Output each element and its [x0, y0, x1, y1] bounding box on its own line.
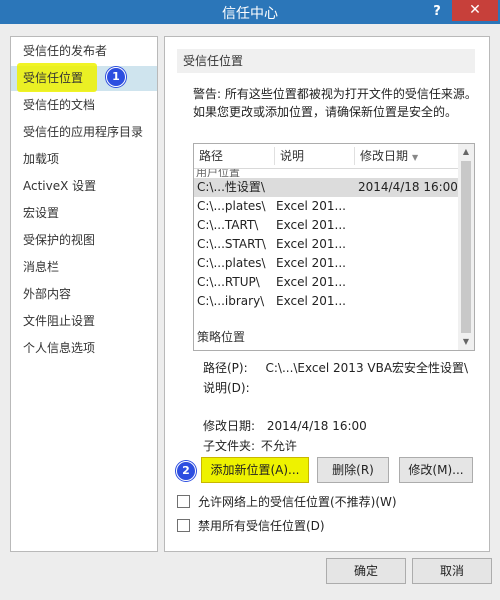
- sidebar-item-label: 文件阻止设置: [23, 314, 96, 328]
- row-description: Excel 201...: [276, 199, 346, 213]
- sidebar-nav: 受信任的发布者 受信任位置 受信任的文档 受信任的应用程序目录 加载项 Acti…: [10, 36, 158, 552]
- detail-modified: 修改日期: 2014/4/18 16:00: [203, 417, 367, 434]
- checkbox-label: 允许网络上的受信任位置(不推荐)(W): [198, 495, 397, 509]
- locations-list[interactable]: 路径 说明 修改日期 ▼ 用户位置 C:\...性设置\ 2014/4/18 16…: [193, 143, 475, 351]
- table-row[interactable]: C:\...START\ Excel 201...: [194, 235, 458, 254]
- table-row[interactable]: C:\...plates\ Excel 201...: [194, 254, 458, 273]
- table-row[interactable]: C:\...plates\ Excel 201...: [194, 197, 458, 216]
- checkbox-box[interactable]: [177, 519, 190, 532]
- detail-modified-value: 2014/4/18 16:00: [266, 419, 367, 433]
- close-icon[interactable]: ✕: [452, 0, 498, 21]
- sidebar-item-addins[interactable]: 加载项: [11, 147, 157, 172]
- allow-network-locations-checkbox[interactable]: 允许网络上的受信任位置(不推荐)(W): [177, 493, 397, 511]
- row-description: Excel 201...: [276, 237, 346, 251]
- row-path: C:\...RTUP\: [197, 275, 260, 289]
- row-path: C:\...plates\: [197, 256, 266, 270]
- sidebar-item-protected-view[interactable]: 受保护的视图: [11, 228, 157, 253]
- table-row[interactable]: C:\...TART\ Excel 201...: [194, 216, 458, 235]
- detail-path: 路径(P): C:\...\Excel 2013 VBA宏安全性设置\: [203, 359, 468, 376]
- sidebar-item-privacy-options[interactable]: 个人信息选项: [11, 336, 157, 361]
- sidebar-item-label: 受信任的文档: [23, 98, 96, 112]
- table-row[interactable]: C:\...ibrary\ Excel 201...: [194, 292, 458, 311]
- row-path: C:\...START\: [197, 237, 266, 251]
- sidebar-item-label: 受信任的应用程序目录: [23, 125, 144, 139]
- detail-modified-label: 修改日期:: [203, 419, 256, 433]
- sidebar-item-label: ActiveX 设置: [23, 179, 97, 193]
- section-title: 受信任位置: [177, 49, 475, 73]
- row-description: Excel 201...: [276, 275, 346, 289]
- row-path: C:\...ibrary\: [197, 294, 265, 308]
- step-callout-2: 2: [176, 461, 196, 481]
- sidebar-item-label: 受信任的发布者: [23, 44, 108, 58]
- warning-text: 警告: 所有这些位置都被视为打开文件的受信任来源。如果您更改或添加位置，请确保新…: [193, 87, 477, 119]
- sidebar-item-label: 消息栏: [23, 260, 60, 274]
- ok-button[interactable]: 确定: [326, 558, 406, 584]
- add-location-button[interactable]: 添加新位置(A)...: [201, 457, 309, 483]
- group-label-user-locations: 用户位置: [196, 169, 240, 177]
- sidebar-item-label: 加载项: [23, 152, 60, 166]
- sidebar-item-label: 外部内容: [23, 287, 72, 301]
- sidebar-item-message-bar[interactable]: 消息栏: [11, 255, 157, 280]
- scroll-up-icon[interactable]: ▲: [458, 144, 474, 160]
- table-row[interactable]: C:\...性设置\ 2014/4/18 16:00: [194, 178, 458, 197]
- sidebar-item-label: 受保护的视图: [23, 233, 96, 247]
- detail-description-label: 说明(D):: [203, 381, 250, 395]
- column-header-description[interactable]: 说明: [280, 144, 304, 168]
- sidebar-item-trusted-locations[interactable]: 受信任位置: [11, 63, 157, 92]
- scroll-down-icon[interactable]: ▼: [458, 334, 474, 350]
- remove-button[interactable]: 删除(R): [317, 457, 389, 483]
- sidebar-item-label: 个人信息选项: [23, 341, 96, 355]
- modify-button[interactable]: 修改(M)...: [399, 457, 473, 483]
- row-path: C:\...性设置\: [197, 180, 265, 194]
- trusted-locations-panel: 受信任位置 警告: 所有这些位置都被视为打开文件的受信任来源。如果您更改或添加位…: [164, 36, 490, 552]
- detail-subfolders-label: 子文件夹:: [203, 439, 256, 453]
- column-header-modified-label: 修改日期: [360, 149, 409, 163]
- sidebar-item-activex[interactable]: ActiveX 设置: [11, 174, 157, 199]
- detail-path-value: C:\...\Excel 2013 VBA宏安全性设置\: [265, 361, 469, 375]
- column-header-path[interactable]: 路径: [199, 144, 223, 168]
- table-row[interactable]: C:\...RTUP\ Excel 201...: [194, 273, 458, 292]
- disable-all-locations-checkbox[interactable]: 禁用所有受信任位置(D): [177, 517, 325, 535]
- checkbox-box[interactable]: [177, 495, 190, 508]
- sidebar-item-trusted-app-catalogs[interactable]: 受信任的应用程序目录: [11, 120, 157, 145]
- scroll-thumb[interactable]: [461, 161, 471, 333]
- sidebar-item-trusted-publishers[interactable]: 受信任的发布者: [11, 39, 157, 64]
- detail-subfolders: 子文件夹: 不允许: [203, 437, 297, 454]
- sidebar-item-trusted-documents[interactable]: 受信任的文档: [11, 93, 157, 118]
- detail-description: 说明(D):: [203, 379, 250, 396]
- row-description: Excel 201...: [276, 294, 346, 308]
- row-path: C:\...plates\: [197, 199, 266, 213]
- list-scrollbar[interactable]: ▲ ▼: [458, 144, 474, 350]
- sidebar-item-external-content[interactable]: 外部内容: [11, 282, 157, 307]
- detail-path-label: 路径(P):: [203, 361, 248, 375]
- sort-down-icon: ▼: [412, 153, 419, 162]
- row-description: Excel 201...: [276, 256, 346, 270]
- title-bar: 信任中心 ? ✕: [0, 0, 500, 24]
- help-icon[interactable]: ?: [428, 1, 446, 23]
- row-modified: 2014/4/18 16:00: [358, 180, 458, 194]
- sidebar-item-macro-settings[interactable]: 宏设置: [11, 201, 157, 226]
- window-title: 信任中心: [222, 6, 278, 22]
- row-description: Excel 201...: [276, 218, 346, 232]
- column-divider: [354, 147, 355, 165]
- sidebar-item-label: 受信任位置: [23, 71, 84, 85]
- sidebar-item-label: 宏设置: [23, 206, 60, 220]
- detail-subfolders-value: 不允许: [260, 439, 297, 453]
- sidebar-item-file-block[interactable]: 文件阻止设置: [11, 309, 157, 334]
- column-divider: [274, 147, 275, 165]
- step-callout-1: 1: [106, 67, 126, 87]
- column-header-modified[interactable]: 修改日期 ▼: [360, 144, 418, 168]
- group-label-policy-locations: 策略位置: [197, 330, 246, 344]
- row-path: C:\...TART\: [197, 218, 259, 232]
- checkbox-label: 禁用所有受信任位置(D): [198, 519, 325, 533]
- list-header: 路径 说明 修改日期 ▼: [194, 144, 458, 169]
- cancel-button[interactable]: 取消: [412, 558, 492, 584]
